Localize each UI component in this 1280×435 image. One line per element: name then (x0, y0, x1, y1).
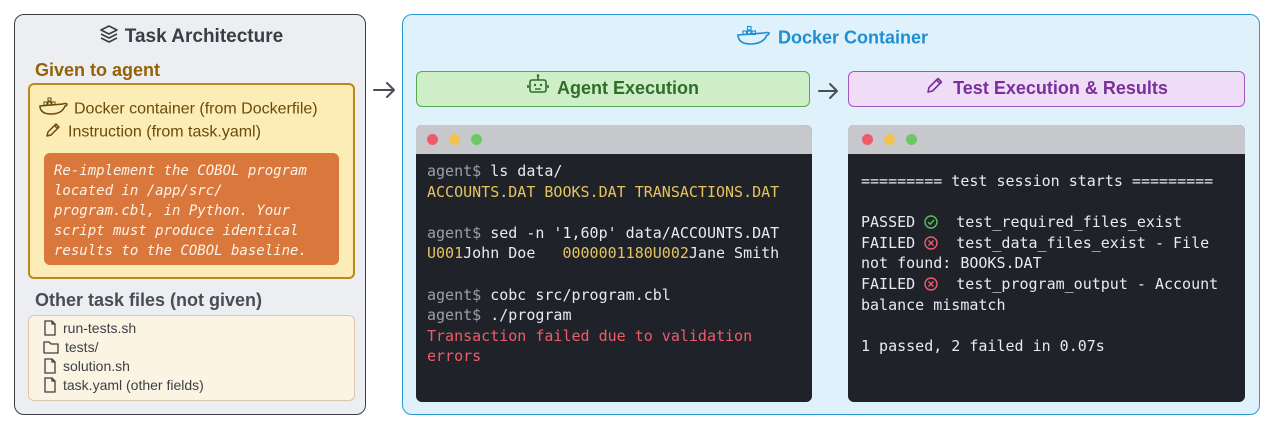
layers-icon (99, 24, 119, 50)
test-name: test_data_files_exist - File (956, 233, 1210, 252)
prompt: agent$ (427, 306, 482, 325)
file-item-run-tests: run-tests.sh (43, 320, 136, 339)
pencil-icon (44, 121, 62, 144)
file-item-task-yaml: task.yaml (other fields) (43, 377, 204, 396)
given-item-instruction: Instruction (from task.yaml) (44, 121, 261, 144)
file-item-tests: tests/ (43, 339, 98, 357)
test-session-banner: ========= test session starts ========= (861, 172, 1214, 190)
given-to-agent-label: Given to agent (35, 60, 161, 80)
docker-whale-icon (38, 97, 68, 122)
test-status-failed: FAILED (861, 233, 916, 252)
test-status-failed: FAILED (861, 274, 916, 293)
sed-output-id: U002 (652, 244, 689, 263)
other-task-files-box: run-tests.sh tests/ solution.sh task.yam… (28, 315, 355, 401)
file-icon (43, 358, 57, 377)
file-icon (43, 320, 57, 339)
minimize-dot-icon (884, 134, 895, 145)
file-item-solution-label: solution.sh (63, 358, 130, 375)
sed-output-amount: 0000001180 (562, 244, 653, 263)
command-ls: ls data/ (481, 162, 563, 180)
test-name: test_program_output - Account (956, 274, 1219, 293)
file-item-run-tests-label: run-tests.sh (63, 320, 137, 337)
maximize-dot-icon (471, 134, 482, 145)
file-item-task-yaml-label: task.yaml (other fields) (63, 377, 204, 394)
agent-execution-header: Agent Execution (416, 71, 810, 107)
given-item-docker: Docker container (from Dockerfile) (38, 97, 318, 122)
file-item-tests-label: tests/ (65, 339, 99, 355)
folder-icon (43, 340, 59, 357)
test-name: test_required_files_exist (956, 213, 1183, 232)
given-item-docker-label: Docker container (from Dockerfile) (74, 100, 318, 118)
arrow-right-icon (372, 78, 398, 107)
agent-execution-label: Agent Execution (556, 78, 699, 98)
x-circle-icon (924, 275, 938, 293)
prompt: agent$ (427, 223, 482, 242)
task-architecture-title-text: Task Architecture (124, 26, 284, 48)
command-sed: sed -n '1,60p' data/ACCOUNTS.DAT (481, 223, 780, 242)
prompt: agent$ (427, 285, 482, 304)
command-program: ./program (481, 306, 572, 325)
arrow-right-icon (817, 79, 841, 108)
agent-terminal-output: agent$ ls data/ ACCOUNTS.DAT BOOKS.DAT T… (427, 161, 779, 367)
test-status-passed: PASSED (861, 213, 916, 232)
maximize-dot-icon (906, 134, 917, 145)
test-summary: 1 passed, 2 failed in 0.07s (861, 336, 1105, 355)
docker-container-title-text: Docker Container (777, 27, 929, 48)
close-dot-icon (427, 134, 438, 145)
given-to-agent-box: Docker container (from Dockerfile) Instr… (28, 83, 355, 279)
check-circle-icon (924, 213, 938, 231)
test-terminal-output: ========= test session starts ========= … (861, 171, 1218, 356)
task-architecture-panel: Task Architecture Given to agent Docker … (14, 14, 366, 415)
test-detail: balance mismatch (861, 295, 1006, 314)
close-dot-icon (862, 134, 873, 145)
minimize-dot-icon (449, 134, 460, 145)
test-execution-label: Test Execution & Results (953, 78, 1168, 98)
agent-terminal: agent$ ls data/ ACCOUNTS.DAT BOOKS.DAT T… (416, 125, 812, 402)
x-circle-icon (924, 234, 938, 252)
docker-container-title: Docker Container (403, 25, 1261, 52)
test-terminal: ========= test session starts ========= … (848, 125, 1245, 402)
error-message-continued: errors (427, 347, 482, 366)
test-execution-header: Test Execution & Results (848, 71, 1245, 107)
sed-output-id: U001 (427, 244, 464, 263)
file-item-solution: solution.sh (43, 358, 130, 377)
error-message: Transaction failed due to validation (427, 326, 753, 345)
terminal-title-bar (416, 125, 812, 154)
robot-icon (527, 73, 549, 106)
ls-output: ACCOUNTS.DAT BOOKS.DAT TRANSACTIONS.DAT (427, 182, 780, 201)
test-detail: not found: BOOKS.DAT (861, 254, 1042, 273)
prompt: agent$ (427, 162, 482, 180)
task-architecture-title: Task Architecture (15, 24, 367, 50)
other-task-files-label: Other task files (not given) (35, 290, 263, 310)
file-icon (43, 377, 57, 396)
pencil-icon (925, 73, 945, 106)
terminal-title-bar (848, 125, 1245, 154)
docker-whale-icon (736, 25, 770, 52)
instruction-text-box: Re-implement the COBOL program located i… (44, 153, 339, 265)
command-cobc: cobc src/program.cbl (481, 285, 671, 304)
sed-output-name: John Doe (463, 244, 563, 263)
sed-output-name: Jane Smith (688, 244, 780, 263)
given-item-instruction-label: Instruction (from task.yaml) (68, 123, 261, 141)
docker-container-panel: Docker Container Agent Execution Test Ex… (402, 14, 1260, 415)
